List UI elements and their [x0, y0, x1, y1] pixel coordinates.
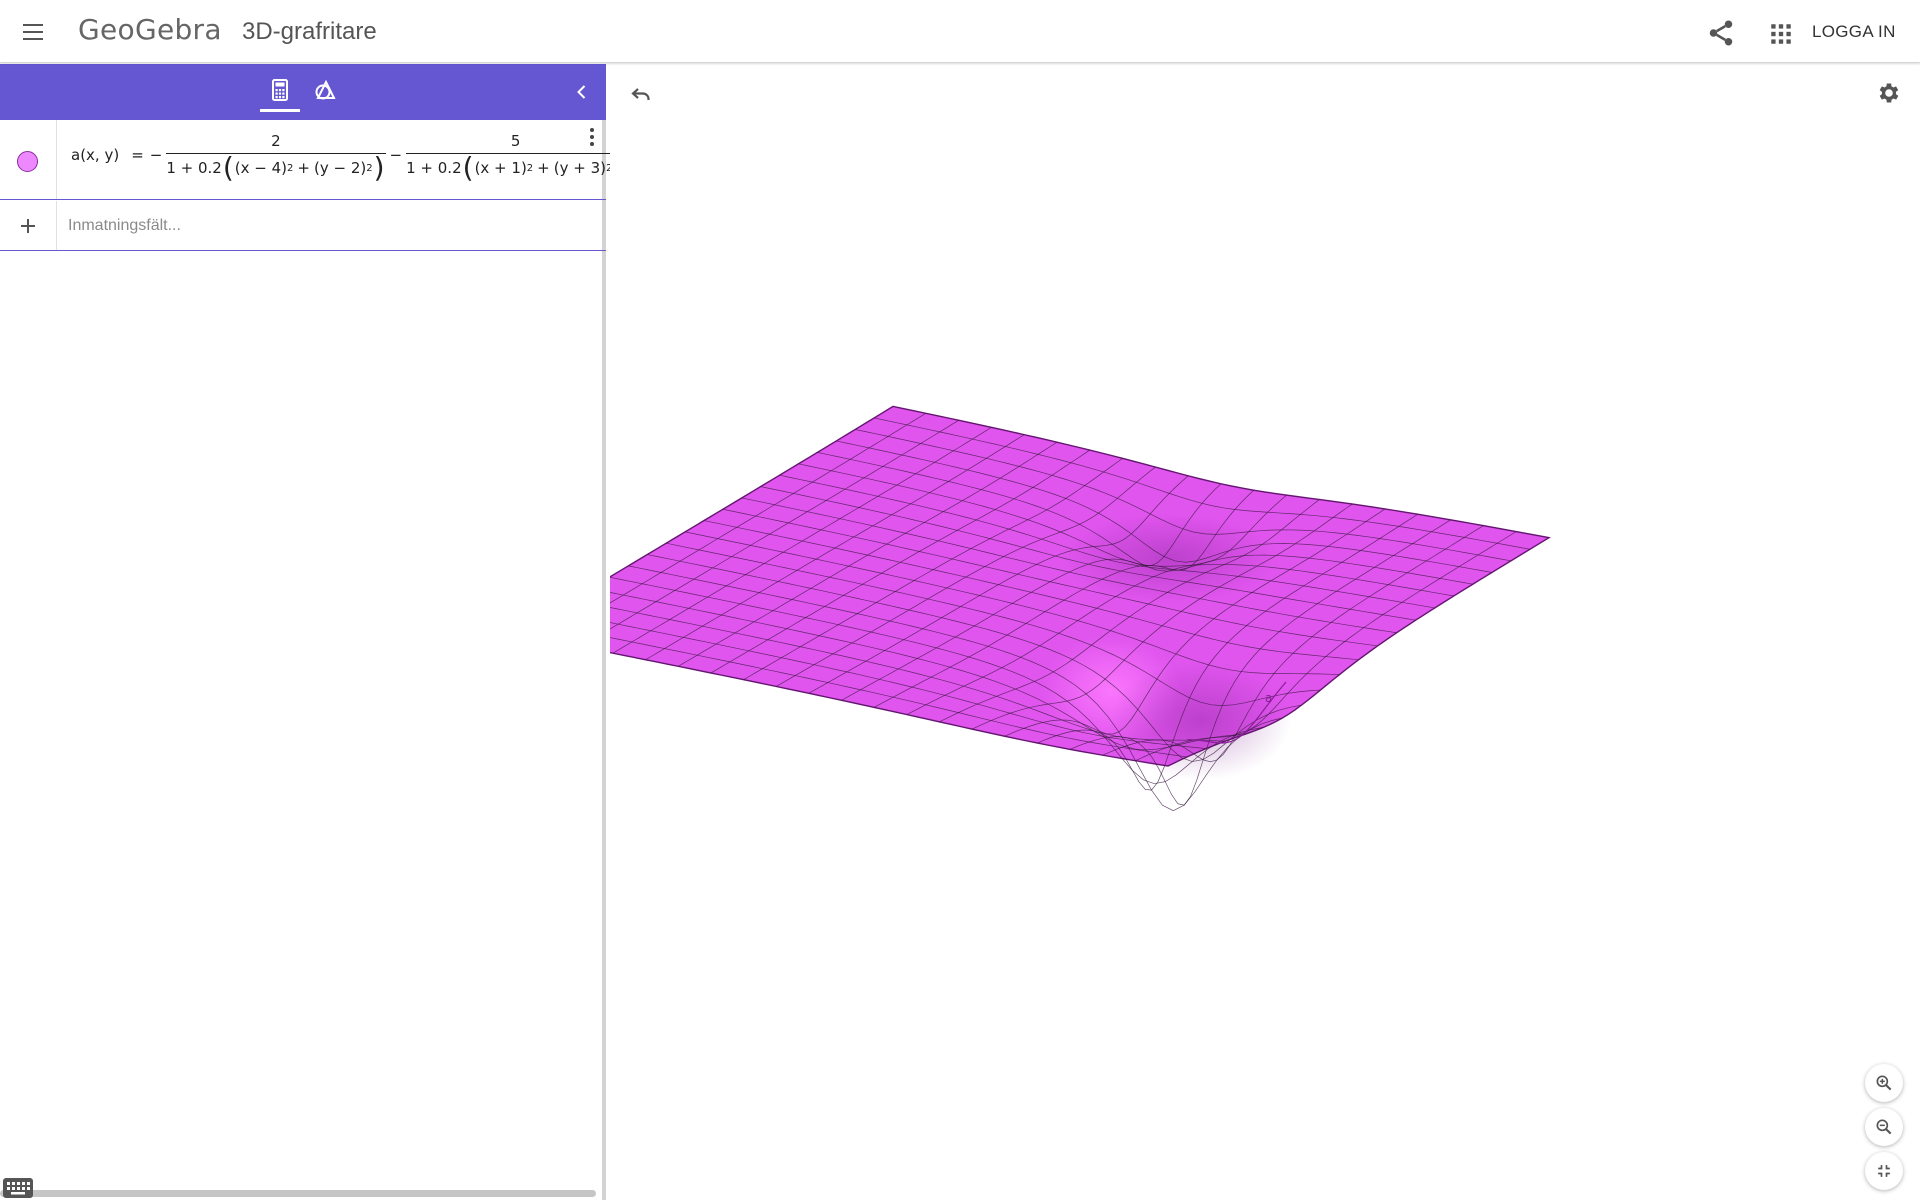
fraction-2-numerator: 5: [510, 132, 521, 150]
paren-open: (: [462, 151, 474, 184]
zoom-in-icon: [1876, 1075, 1892, 1091]
fraction-2-den-lead: 1 + 0.2: [406, 159, 462, 177]
collapse-panel-chevron-left-icon[interactable]: [570, 80, 594, 104]
fraction-1-den-a: (x − 4): [234, 159, 288, 177]
surface-shade: [1111, 660, 1292, 781]
app-title: 3D-grafritare: [242, 18, 377, 45]
fullscreen-exit-icon: [1878, 1165, 1890, 1177]
fraction-term-1: 2 1 + 0.2 ( (x − 4) 2 + (y − 2) 2 ): [166, 132, 386, 184]
exponent: 2: [366, 162, 373, 174]
zoom-in-button[interactable]: [1865, 1064, 1903, 1102]
fraction-1-denominator: 1 + 0.2 ( (x − 4) 2 + (y − 2) 2 ): [166, 151, 386, 184]
more-options-kebab-icon[interactable]: [584, 124, 600, 150]
fraction-1-den-lead: 1 + 0.2: [166, 159, 222, 177]
marble-column: [0, 201, 57, 250]
formula-lhs: a(x, y): [71, 146, 120, 164]
surface-label-a[interactable]: a: [1265, 691, 1272, 705]
share-icon[interactable]: [1706, 18, 1736, 48]
add-plus-icon[interactable]: [18, 216, 38, 236]
fraction-1-den-b: (y − 2): [313, 159, 367, 177]
tab-algebra[interactable]: [260, 72, 300, 112]
login-button[interactable]: LOGGA IN: [1812, 22, 1896, 42]
panel-toolbar: [0, 64, 606, 120]
marble-column: [0, 120, 57, 199]
fraction-2-denominator: 1 + 0.2 ( (x + 1)2 + (y + 3)2 ): [406, 151, 626, 184]
algebra-input-row: [0, 201, 606, 251]
app-header: GeoGebra 3D-grafritare LOGGA IN: [0, 0, 1920, 63]
apps-grid-icon[interactable]: [1768, 21, 1794, 47]
algebra-row-function-a[interactable]: a(x, y) = − 2 1 + 0.2 ( (x − 4) 2 + (y − …: [0, 120, 626, 200]
undo-icon[interactable]: [628, 82, 654, 106]
gear-settings-icon[interactable]: [1876, 80, 1902, 106]
formula-minus-2: −: [389, 146, 403, 164]
fraction-1-den-plus: +: [297, 159, 310, 177]
exit-fullscreen-button[interactable]: [1865, 1152, 1903, 1190]
horizontal-scrollbar[interactable]: [0, 1190, 596, 1197]
exponent: 2: [287, 162, 294, 174]
algebra-input-field[interactable]: [68, 201, 598, 250]
geogebra-logo[interactable]: GeoGebra: [78, 13, 222, 46]
paren-open: (: [222, 151, 234, 184]
function-formula[interactable]: a(x, y) = − 2 1 + 0.2 ( (x − 4) 2 + (y − …: [71, 132, 629, 184]
tab-tools[interactable]: [306, 72, 346, 112]
fraction-2-den-a: (x + 1): [474, 159, 527, 177]
algebra-panel: a(x, y) = − 2 1 + 0.2 ( (x − 4) 2 + (y − …: [0, 64, 626, 1200]
calculator-icon: [272, 79, 288, 101]
fraction-1-numerator: 2: [271, 132, 281, 150]
formula-equals: =: [131, 146, 144, 164]
hamburger-menu-icon[interactable]: [17, 15, 53, 49]
shapes-tool-icon: [315, 79, 336, 100]
fraction-2-den-b: (y + 3): [553, 159, 606, 177]
function-surface-a[interactable]: [610, 405, 1552, 812]
zoom-out-icon: [1876, 1119, 1892, 1135]
zoom-out-button[interactable]: [1865, 1108, 1903, 1146]
formula-minus-1: −: [149, 146, 163, 164]
surface-plot-canvas[interactable]: a: [610, 64, 1920, 1200]
paren-close: ): [373, 151, 385, 184]
keyboard-icon[interactable]: [3, 1178, 33, 1198]
graphics-3d-view[interactable]: a: [610, 64, 1920, 1200]
fraction-2-den-plus: +: [537, 159, 550, 177]
visibility-toggle-marble[interactable]: [17, 151, 38, 172]
exponent: 2: [526, 162, 534, 174]
